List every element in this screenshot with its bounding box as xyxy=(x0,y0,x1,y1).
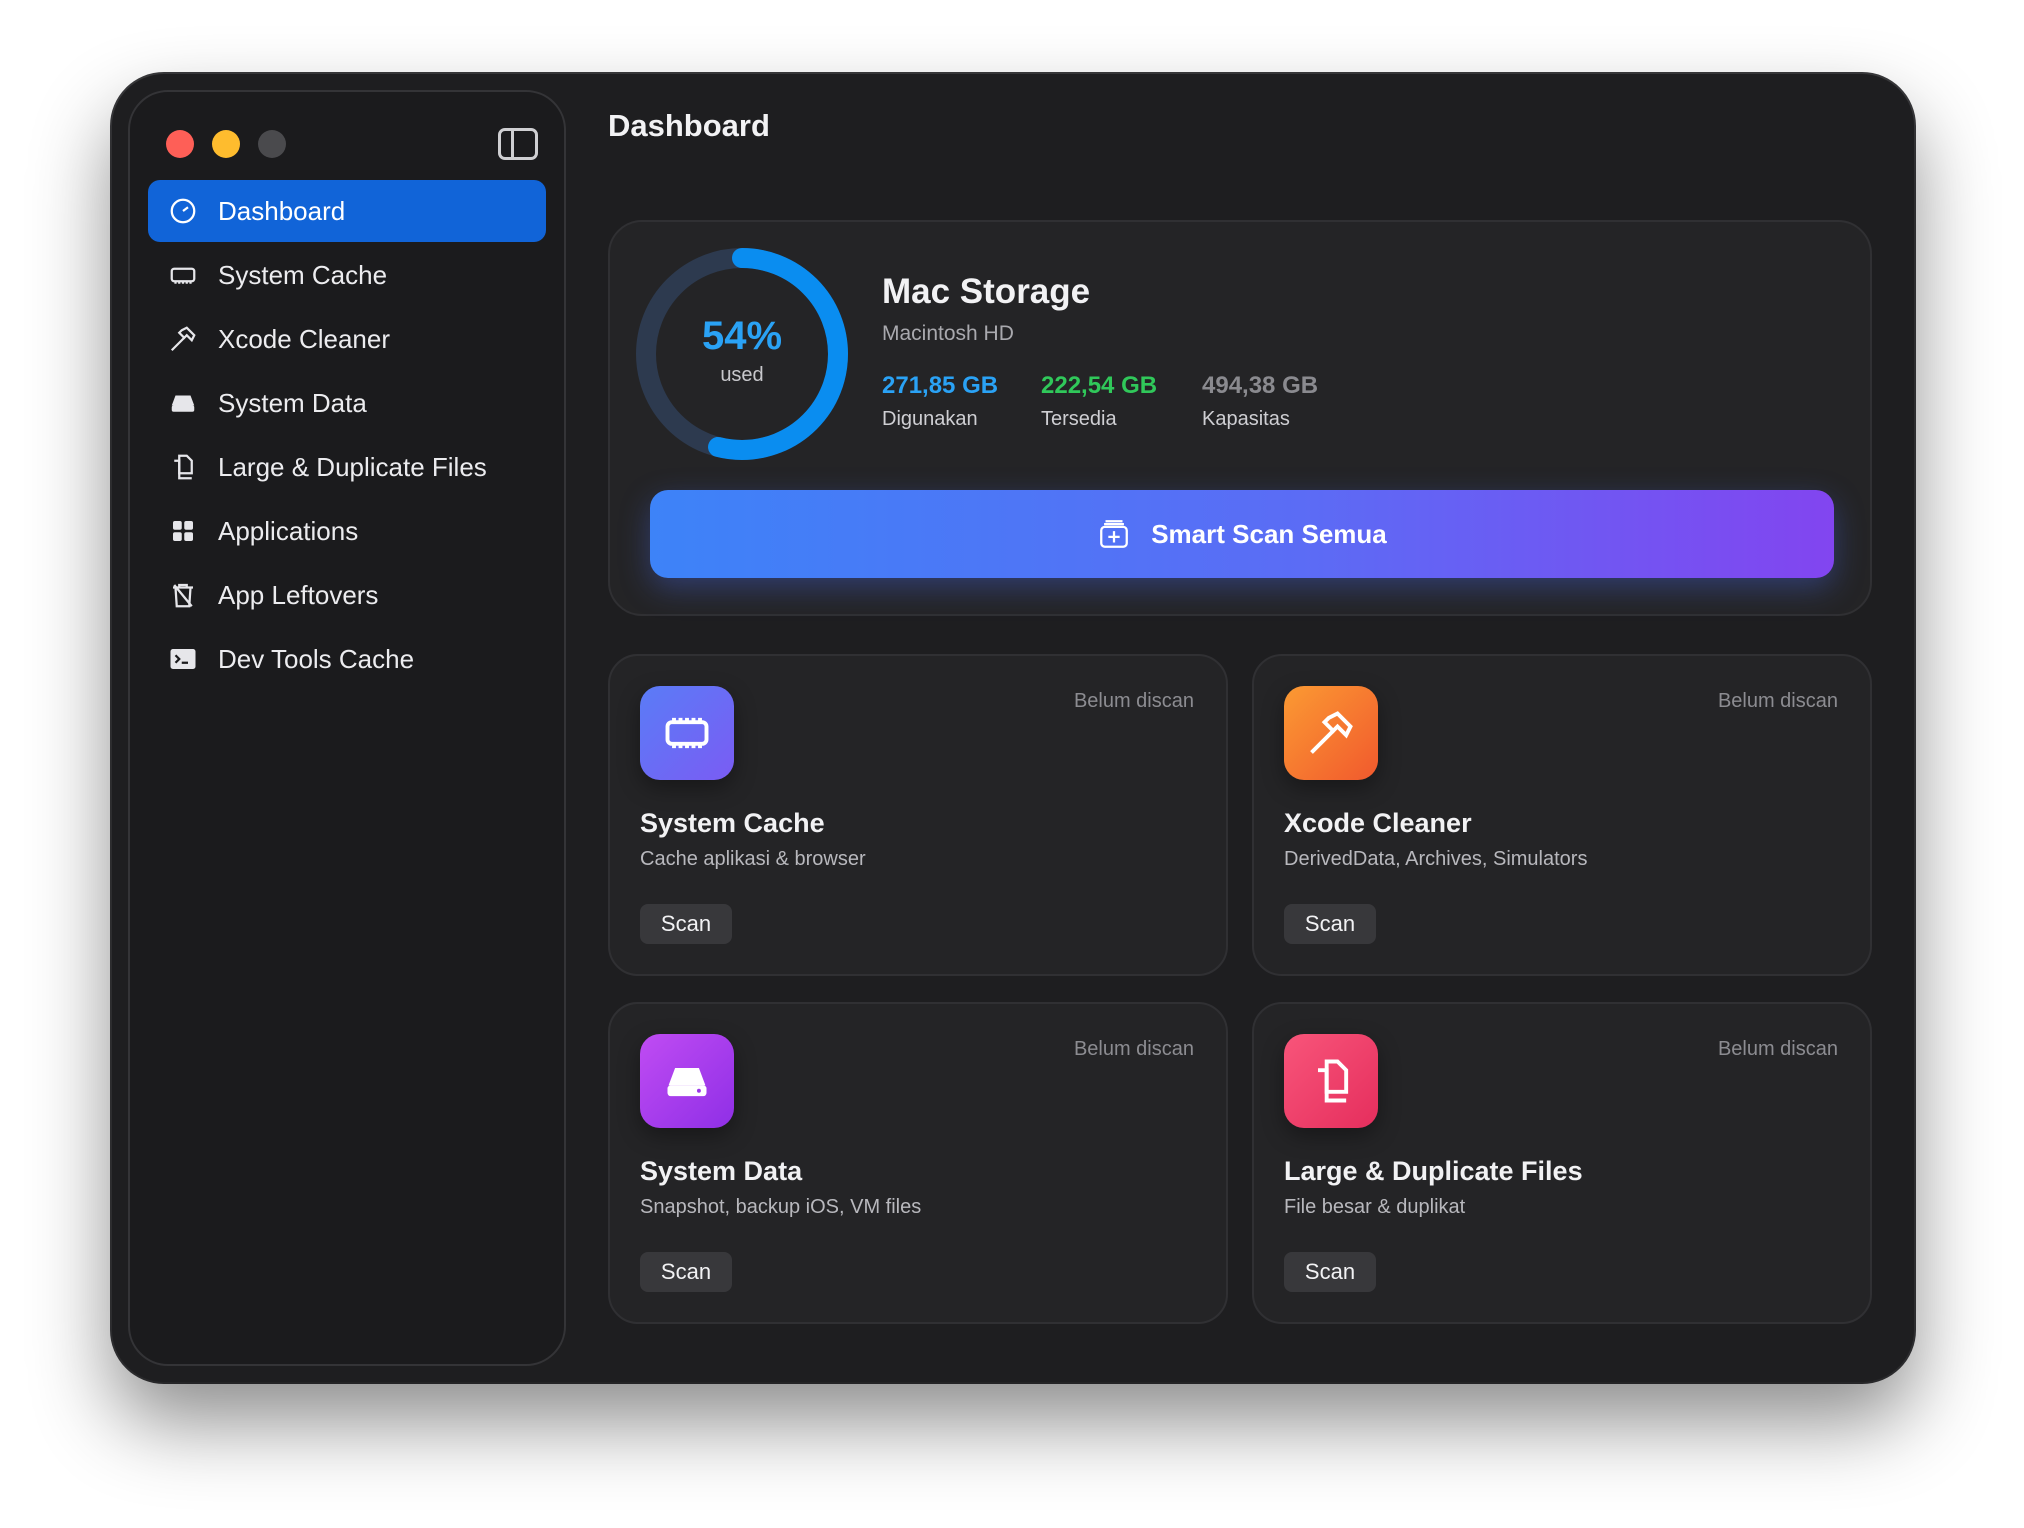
tool-card-xcode-cleaner: Belum discan Xcode Cleaner DerivedData, … xyxy=(1252,654,1872,976)
stat-used-caption: Digunakan xyxy=(882,408,978,430)
trash-icon xyxy=(168,580,198,610)
stat-used-value: 271,85 GB xyxy=(882,372,999,399)
smart-scan-icon xyxy=(1100,520,1129,548)
sidebar-item-system-data[interactable]: System Data xyxy=(148,372,546,434)
tool-description: Snapshot, backup iOS, VM files xyxy=(640,1196,922,1218)
scan-button[interactable]: Scan xyxy=(640,1252,732,1292)
scan-status: Belum discan xyxy=(1073,1038,1194,1060)
stat-available: 222,54 GB Tersedia xyxy=(1041,372,1157,431)
tool-description: DerivedData, Archives, Simulators xyxy=(1284,848,1588,870)
scan-button[interactable]: Scan xyxy=(1284,904,1376,944)
stat-capacity: 494,38 GB Kapasitas xyxy=(1202,372,1318,431)
drive-icon xyxy=(640,1034,734,1128)
gauge-icon xyxy=(168,196,198,226)
sidebar-item-applications[interactable]: Applications xyxy=(148,500,546,562)
stat-capacity-value: 494,38 GB xyxy=(1202,372,1319,399)
sidebar-item-dev-tools-cache[interactable]: Dev Tools Cache xyxy=(148,628,546,690)
hammer-icon xyxy=(1284,686,1378,780)
window-controls xyxy=(166,130,286,158)
sidebar-item-label: Dev Tools Cache xyxy=(218,643,415,674)
tool-card-large-duplicate-files: Belum discan Large & Duplicate Files Fil… xyxy=(1252,1002,1872,1324)
close-button[interactable] xyxy=(166,130,194,158)
sidebar-item-label: System Cache xyxy=(218,259,388,290)
sidebar-item-label: Xcode Cleaner xyxy=(218,323,390,354)
memory-chip-icon xyxy=(640,686,734,780)
documents-icon xyxy=(1284,1034,1378,1128)
app-window: Dashboard System Cache Xcode Cleaner Sys… xyxy=(112,74,1914,1382)
storage-used-label: used xyxy=(720,364,764,386)
sidebar-item-label: App Leftovers xyxy=(218,579,379,610)
tool-card-system-data: Belum discan System Data Snapshot, backu… xyxy=(608,1002,1228,1324)
tool-description: Cache aplikasi & browser xyxy=(640,848,866,870)
memory-chip-icon xyxy=(168,260,198,290)
scan-button[interactable]: Scan xyxy=(640,904,732,944)
sidebar-toggle-icon[interactable] xyxy=(498,128,538,160)
tool-card-system-cache: Belum discan System Cache Cache aplikasi… xyxy=(608,654,1228,976)
stat-available-caption: Tersedia xyxy=(1041,408,1117,430)
storage-percent: 54% xyxy=(701,314,783,358)
page-title: Dashboard xyxy=(608,108,770,143)
documents-icon xyxy=(168,452,198,482)
sidebar-item-app-leftovers[interactable]: App Leftovers xyxy=(148,564,546,626)
minimize-button[interactable] xyxy=(212,130,240,158)
stat-available-value: 222,54 GB xyxy=(1041,372,1158,399)
smart-scan-button[interactable]: Smart Scan Semua xyxy=(650,490,1834,578)
hammer-icon xyxy=(168,324,198,354)
tool-title: Xcode Cleaner xyxy=(1284,808,1472,838)
storage-volume-name: Macintosh HD xyxy=(882,322,1014,345)
sidebar-nav: Dashboard System Cache Xcode Cleaner Sys… xyxy=(148,180,546,692)
sidebar-item-large-duplicate-files[interactable]: Large & Duplicate Files xyxy=(148,436,546,498)
storage-card: 54% used Mac Storage Macintosh HD 271,85… xyxy=(608,220,1872,616)
smart-scan-label: Smart Scan Semua xyxy=(1151,518,1387,549)
sidebar-item-xcode-cleaner[interactable]: Xcode Cleaner xyxy=(148,308,546,370)
terminal-icon xyxy=(168,644,198,674)
sidebar: Dashboard System Cache Xcode Cleaner Sys… xyxy=(128,90,566,1366)
stat-used: 271,85 GB Digunakan xyxy=(882,372,998,431)
scan-status: Belum discan xyxy=(1717,690,1838,712)
scan-status: Belum discan xyxy=(1717,1038,1838,1060)
sidebar-item-label: System Data xyxy=(218,387,367,418)
scan-button[interactable]: Scan xyxy=(1284,1252,1376,1292)
grid-icon xyxy=(168,516,198,546)
sidebar-item-label: Applications xyxy=(218,515,359,546)
tool-title: System Cache xyxy=(640,808,825,838)
drive-icon xyxy=(168,388,198,418)
sidebar-item-dashboard[interactable]: Dashboard xyxy=(148,180,546,242)
sidebar-item-label: Dashboard xyxy=(218,195,346,226)
tool-description: File besar & duplikat xyxy=(1284,1196,1466,1218)
scan-status: Belum discan xyxy=(1073,690,1194,712)
zoom-button[interactable] xyxy=(258,130,286,158)
stat-capacity-caption: Kapasitas xyxy=(1202,408,1290,430)
tool-title: System Data xyxy=(640,1156,803,1186)
sidebar-item-system-cache[interactable]: System Cache xyxy=(148,244,546,306)
tool-title: Large & Duplicate Files xyxy=(1284,1156,1583,1186)
storage-title: Mac Storage xyxy=(882,272,1091,311)
sidebar-item-label: Large & Duplicate Files xyxy=(218,451,487,482)
